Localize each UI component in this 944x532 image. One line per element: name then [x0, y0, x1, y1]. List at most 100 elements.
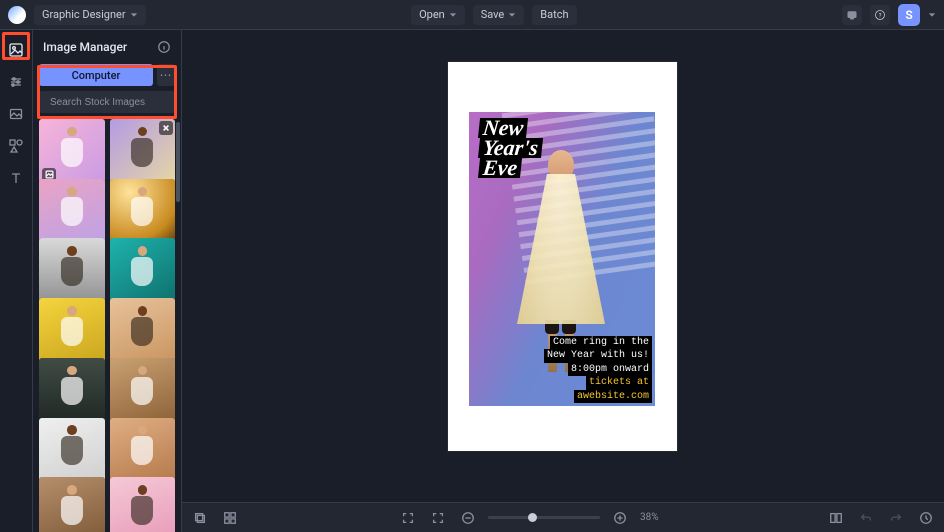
mode-label: Graphic Designer — [42, 8, 126, 21]
svg-text:?: ? — [879, 12, 882, 19]
layers-icon — [193, 511, 207, 525]
rail-background[interactable] — [6, 104, 26, 124]
info-line-3: 8:00pm onward — [568, 363, 652, 377]
topbar-center: Open Save Batch — [411, 5, 576, 25]
zoom-slider[interactable] — [488, 516, 600, 519]
info-line-5: awebsite.com — [574, 390, 652, 404]
chevron-down-icon — [508, 11, 516, 19]
rail-text[interactable] — [6, 168, 26, 188]
actual-size-button[interactable] — [428, 508, 448, 528]
rail-adjust[interactable] — [6, 72, 26, 92]
redo-icon — [889, 511, 903, 525]
thumb-image — [39, 477, 105, 532]
close-icon — [162, 124, 170, 132]
text-icon — [8, 170, 24, 186]
fit-screen-button[interactable] — [398, 508, 418, 528]
sidebar-title: Image Manager — [43, 40, 127, 54]
feedback-button[interactable] — [842, 5, 862, 25]
search-stock-input[interactable] — [50, 97, 182, 108]
bottombar: 38% — [182, 502, 944, 532]
help-button[interactable]: ? — [870, 5, 890, 25]
compare-button[interactable] — [826, 508, 846, 528]
thumb-6[interactable] — [110, 238, 176, 304]
redo-button[interactable] — [886, 508, 906, 528]
undo-button[interactable] — [856, 508, 876, 528]
canvas-title[interactable]: New Year's Eve — [479, 118, 542, 179]
thumb-image — [39, 358, 105, 424]
info-line-2: New Year with us! — [544, 349, 652, 363]
search-stock-row[interactable] — [39, 91, 175, 113]
sidebar-header: Image Manager — [33, 30, 181, 64]
thumb-image — [110, 358, 176, 424]
upload-row: Computer ⋯ — [33, 64, 181, 86]
canvas-photo[interactable]: New Year's Eve Come ring in the New Year… — [469, 112, 655, 406]
compare-icon — [829, 511, 843, 525]
message-icon — [846, 9, 858, 21]
artboard[interactable]: New Year's Eve Come ring in the New Year… — [448, 62, 677, 451]
chevron-down-icon[interactable] — [928, 11, 936, 19]
info-icon — [157, 40, 171, 54]
zoom-slider-handle[interactable] — [528, 513, 537, 522]
thumb-1[interactable] — [39, 119, 105, 185]
sidebar: Image Manager Computer ⋯ Drag or Double … — [33, 30, 182, 532]
info-line-4: tickets at — [586, 376, 652, 390]
expand-icon — [431, 511, 445, 525]
thumb-11[interactable] — [39, 418, 105, 484]
thumb-image — [110, 418, 176, 484]
bottom-right-tools — [826, 508, 936, 528]
image-icon — [8, 42, 24, 58]
image-grid: Drag or Double Click — [33, 113, 181, 532]
batch-button[interactable]: Batch — [532, 5, 576, 25]
avatar-initial: S — [905, 8, 912, 22]
zoom-out-button[interactable] — [458, 508, 478, 528]
canvas-area[interactable]: New Year's Eve Come ring in the New Year… — [182, 30, 944, 502]
mode-select[interactable]: Graphic Designer — [34, 5, 146, 25]
thumb-image — [39, 418, 105, 484]
thumb-remove-button[interactable] — [159, 121, 173, 135]
chevron-down-icon — [130, 11, 138, 19]
thumb-9[interactable] — [39, 358, 105, 424]
thumb-8[interactable] — [110, 298, 176, 364]
rail-elements[interactable] — [6, 136, 26, 156]
upload-computer-button[interactable]: Computer — [39, 64, 153, 86]
plus-icon — [613, 511, 627, 525]
thumb-13[interactable] — [39, 477, 105, 532]
chevron-down-icon — [449, 11, 457, 19]
layers-button[interactable] — [190, 508, 210, 528]
info-button[interactable] — [157, 40, 171, 54]
app-body: Image Manager Computer ⋯ Drag or Double … — [0, 30, 944, 532]
topbar: Graphic Designer Open Save Batch ? S — [0, 0, 944, 30]
upload-more-button[interactable]: ⋯ — [157, 64, 175, 86]
dots-icon: ⋯ — [160, 69, 173, 81]
thumb-12[interactable] — [110, 418, 176, 484]
rail-image-manager[interactable] — [6, 40, 26, 60]
image-on-canvas-icon — [45, 170, 54, 179]
thumb-2[interactable] — [110, 119, 176, 185]
topbar-right: ? S — [842, 4, 936, 26]
info-line-1: Come ring in the — [550, 336, 652, 350]
save-label: Save — [481, 8, 505, 21]
open-button[interactable]: Open — [411, 5, 465, 25]
save-button[interactable]: Save — [473, 5, 525, 25]
avatar[interactable]: S — [898, 4, 920, 26]
main: New Year's Eve Come ring in the New Year… — [182, 30, 944, 532]
thumb-14[interactable] — [110, 477, 176, 532]
history-button[interactable] — [916, 508, 936, 528]
picture-icon — [8, 106, 24, 122]
thumb-3[interactable] — [39, 179, 105, 245]
upload-label: Computer — [72, 69, 121, 82]
grid-toggle-button[interactable] — [220, 508, 240, 528]
zoom-in-button[interactable] — [610, 508, 630, 528]
thumb-4[interactable] — [110, 179, 176, 245]
zoom-label: 38% — [640, 512, 668, 523]
canvas-info-block[interactable]: Come ring in the New Year with us! 8:00p… — [544, 336, 652, 404]
help-icon: ? — [874, 9, 886, 21]
scroll-handle[interactable] — [176, 122, 180, 202]
thumb-7[interactable] — [39, 298, 105, 364]
undo-icon — [859, 511, 873, 525]
grid-scrollbar[interactable] — [176, 122, 180, 526]
minus-icon — [461, 511, 475, 525]
tool-rail — [0, 30, 33, 532]
thumb-10[interactable] — [110, 358, 176, 424]
thumb-5[interactable] — [39, 238, 105, 304]
